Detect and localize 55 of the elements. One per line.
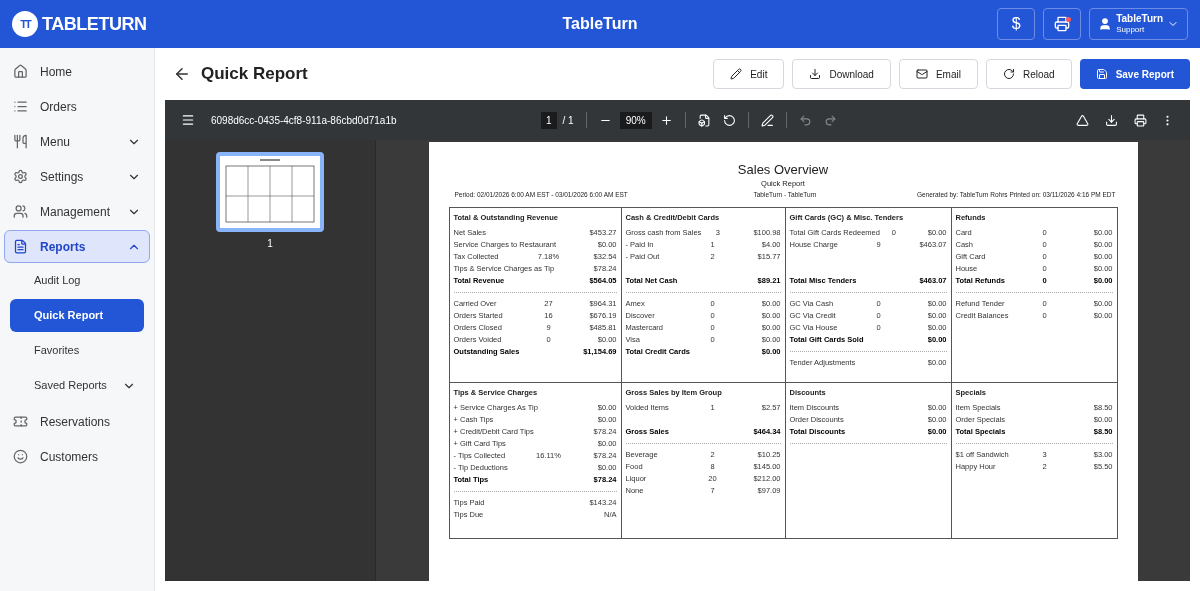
app-title: TableTurn xyxy=(562,14,638,34)
page-thumbnail[interactable] xyxy=(216,152,324,232)
report-title: Sales Overview xyxy=(736,162,830,178)
printer-button[interactable] xyxy=(1043,8,1082,40)
reload-icon xyxy=(1002,68,1015,80)
download-icon xyxy=(809,68,822,80)
annotate-icon[interactable] xyxy=(760,113,774,127)
list-icon xyxy=(13,99,28,114)
sidebar-item[interactable]: Management xyxy=(4,195,150,228)
user-name: TableTurn xyxy=(1116,13,1163,24)
menu-icon[interactable] xyxy=(181,113,195,127)
printer-icon xyxy=(1054,16,1071,32)
undo-icon[interactable] xyxy=(798,113,812,127)
download-icon[interactable] xyxy=(1105,113,1118,127)
currency-button[interactable]: $ xyxy=(997,8,1036,40)
toolbar-button[interactable]: Save Report xyxy=(1079,59,1190,89)
user-role: Support xyxy=(1116,24,1146,35)
redo-icon[interactable] xyxy=(823,113,837,127)
utensils-icon xyxy=(13,134,28,149)
sidebar-subitem[interactable]: Favorites xyxy=(10,334,144,367)
file-name: 6098d6cc-0435-4cf8-911a-86cbd0d71a1b xyxy=(211,113,398,128)
smiley-icon xyxy=(13,449,28,464)
sidebar-item[interactable]: Reports xyxy=(4,230,150,263)
sidebar-item[interactable]: Orders xyxy=(4,90,150,123)
page-count: / 1 xyxy=(562,113,574,128)
zoom-field[interactable]: 90% xyxy=(619,111,652,129)
sidebar-item[interactable]: Settings xyxy=(4,160,150,193)
logo-mark: TT xyxy=(12,11,38,37)
sidebar-item[interactable]: Menu xyxy=(4,125,150,158)
envelope-icon xyxy=(915,68,928,80)
document-icon xyxy=(13,239,28,254)
sidebar-item[interactable]: Home xyxy=(4,55,150,88)
thumbnail-label: 1 xyxy=(267,237,273,251)
toolbar-button[interactable]: Edit xyxy=(713,59,785,89)
ticket-icon xyxy=(13,414,28,429)
pencil-icon xyxy=(730,68,743,80)
print-icon[interactable] xyxy=(1134,113,1147,127)
rotate-icon[interactable] xyxy=(722,113,736,127)
home-icon xyxy=(13,64,28,79)
toolbar-button[interactable]: Download xyxy=(792,59,891,89)
logo-text: TABLETURN xyxy=(42,12,147,36)
sidebar-item[interactable]: Customers xyxy=(4,440,150,473)
toolbar-button[interactable]: Reload xyxy=(985,59,1072,89)
people-icon xyxy=(13,204,28,219)
zoom-in-icon[interactable] xyxy=(659,113,673,127)
toolbar-button[interactable]: Email xyxy=(898,59,978,89)
sidebar-subitem[interactable]: Audit Log xyxy=(10,264,144,297)
sidebar-item[interactable]: Reservations xyxy=(4,405,150,438)
sidebar-subitem[interactable]: Saved Reports xyxy=(10,369,144,402)
sidebar-subitem[interactable]: Quick Report xyxy=(10,299,144,332)
page-title: Quick Report xyxy=(201,63,309,86)
page-number-field[interactable]: 1 xyxy=(541,111,557,129)
gear-icon xyxy=(13,169,28,184)
user-menu[interactable]: TableTurn Support xyxy=(1089,8,1188,40)
user-icon xyxy=(1098,17,1113,31)
